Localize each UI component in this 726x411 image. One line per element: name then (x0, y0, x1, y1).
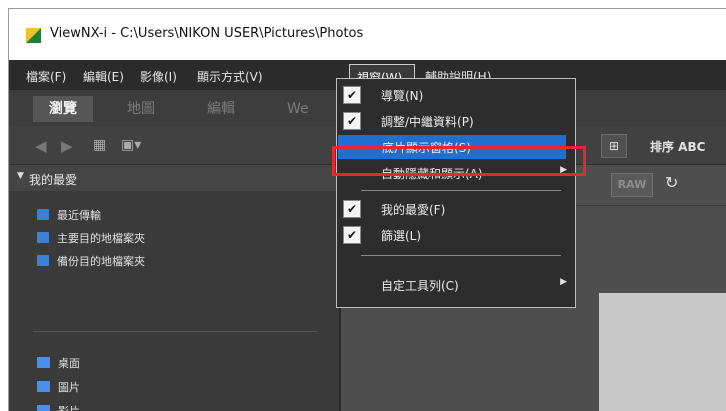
folder-tree-icon[interactable]: ▦ (93, 137, 106, 153)
check-icon: ✔ (343, 200, 361, 218)
videos-icon (37, 405, 50, 411)
menu-item-customize-toolbar[interactable]: 自定工具列(C) ▶ (337, 273, 575, 297)
collapse-triangle-icon[interactable]: ▼ (17, 171, 24, 181)
menu-item-navigation[interactable]: ✔ 導覽(N) (337, 83, 575, 107)
library-label: 桌面 (58, 357, 80, 370)
library-pictures[interactable]: 圖片 (37, 379, 80, 395)
favorite-recent-transfer[interactable]: 最近傳輸 (37, 207, 101, 227)
menu-separator (361, 255, 561, 256)
library-desktop[interactable]: 桌面 (37, 355, 80, 371)
check-icon: ✔ (343, 226, 361, 244)
title-bar: ViewNX-i - C:\Users\NIKON USER\Pictures\… (9, 9, 726, 60)
tab-map[interactable]: 地圖 (111, 96, 171, 122)
left-panel: 我的最愛 ▼ 最近傳輸 主要目的地檔案夾 備份目的地檔案夾 桌面 圖片 影片 (9, 165, 341, 411)
library-label: 影片 (58, 405, 80, 411)
window-title: ViewNX-i - C:\Users\NIKON USER\Pictures\… (50, 26, 364, 41)
menu-item-adjustments-metadata[interactable]: ✔ 調整/中繼資料(P) (337, 109, 575, 133)
check-icon: ✔ (343, 86, 361, 104)
favorite-label: 備份目的地檔案夾 (57, 255, 145, 268)
image-preview-area (599, 293, 726, 411)
favorite-label: 主要目的地檔案夾 (57, 232, 145, 245)
menu-item-favorites[interactable]: ✔ 我的最愛(F) (337, 197, 575, 221)
forward-arrow-icon[interactable]: ▶ (61, 137, 73, 155)
sort-button[interactable]: 排序 ABC (650, 138, 705, 155)
desktop-icon (37, 357, 50, 368)
image-folder-icon[interactable]: ▣▾ (121, 137, 141, 153)
grid-view-icon[interactable]: ⊞ (601, 134, 627, 158)
menu-item-filter[interactable]: ✔ 篩選(L) (337, 223, 575, 247)
favorite-label: 最近傳輸 (57, 209, 101, 222)
sidebar-divider (33, 331, 317, 332)
menu-separator (361, 190, 561, 191)
menu-item-label: 導覽(N) (381, 89, 424, 103)
menu-item-label: 篩選(L) (381, 229, 422, 243)
window-menu-dropdown: ✔ 導覽(N) ✔ 調整/中繼資料(P) 底片顯示窗格(S) 自動隱藏和顯示(A… (336, 78, 576, 308)
viewnx-app-icon (26, 28, 41, 43)
recent-folder-icon (37, 209, 49, 220)
tab-edit[interactable]: 編輯 (191, 96, 251, 122)
favorite-backup-destination[interactable]: 備份目的地檔案夾 (37, 253, 145, 273)
menu-item-label: 自定工具列(C) (381, 279, 459, 293)
menu-item-label: 我的最愛(F) (381, 203, 446, 217)
menu-image[interactable]: 影像(I) (140, 68, 177, 85)
favorites-header[interactable]: 我的最愛 (9, 165, 339, 191)
raw-filter-button[interactable]: RAW (611, 173, 653, 197)
pictures-icon (37, 381, 50, 392)
refresh-icon[interactable]: ↻ (665, 173, 678, 192)
menu-item-label: 調整/中繼資料(P) (381, 115, 474, 129)
library-label: 圖片 (58, 381, 80, 394)
submenu-arrow-icon: ▶ (560, 277, 567, 287)
menu-edit[interactable]: 編輯(E) (83, 68, 124, 85)
tab-web[interactable]: We (271, 96, 325, 122)
callout-highlight-box (332, 146, 586, 176)
backup-folder-icon (37, 255, 49, 266)
check-icon: ✔ (343, 112, 361, 130)
favorite-primary-destination[interactable]: 主要目的地檔案夾 (37, 230, 145, 250)
primary-folder-icon (37, 232, 49, 243)
tab-browse[interactable]: 瀏覽 (33, 96, 93, 122)
back-arrow-icon[interactable]: ◀ (35, 137, 47, 155)
favorites-header-label: 我的最愛 (29, 173, 78, 187)
menu-display[interactable]: 顯示方式(V) (197, 68, 263, 85)
menu-file[interactable]: 檔案(F) (26, 68, 66, 85)
